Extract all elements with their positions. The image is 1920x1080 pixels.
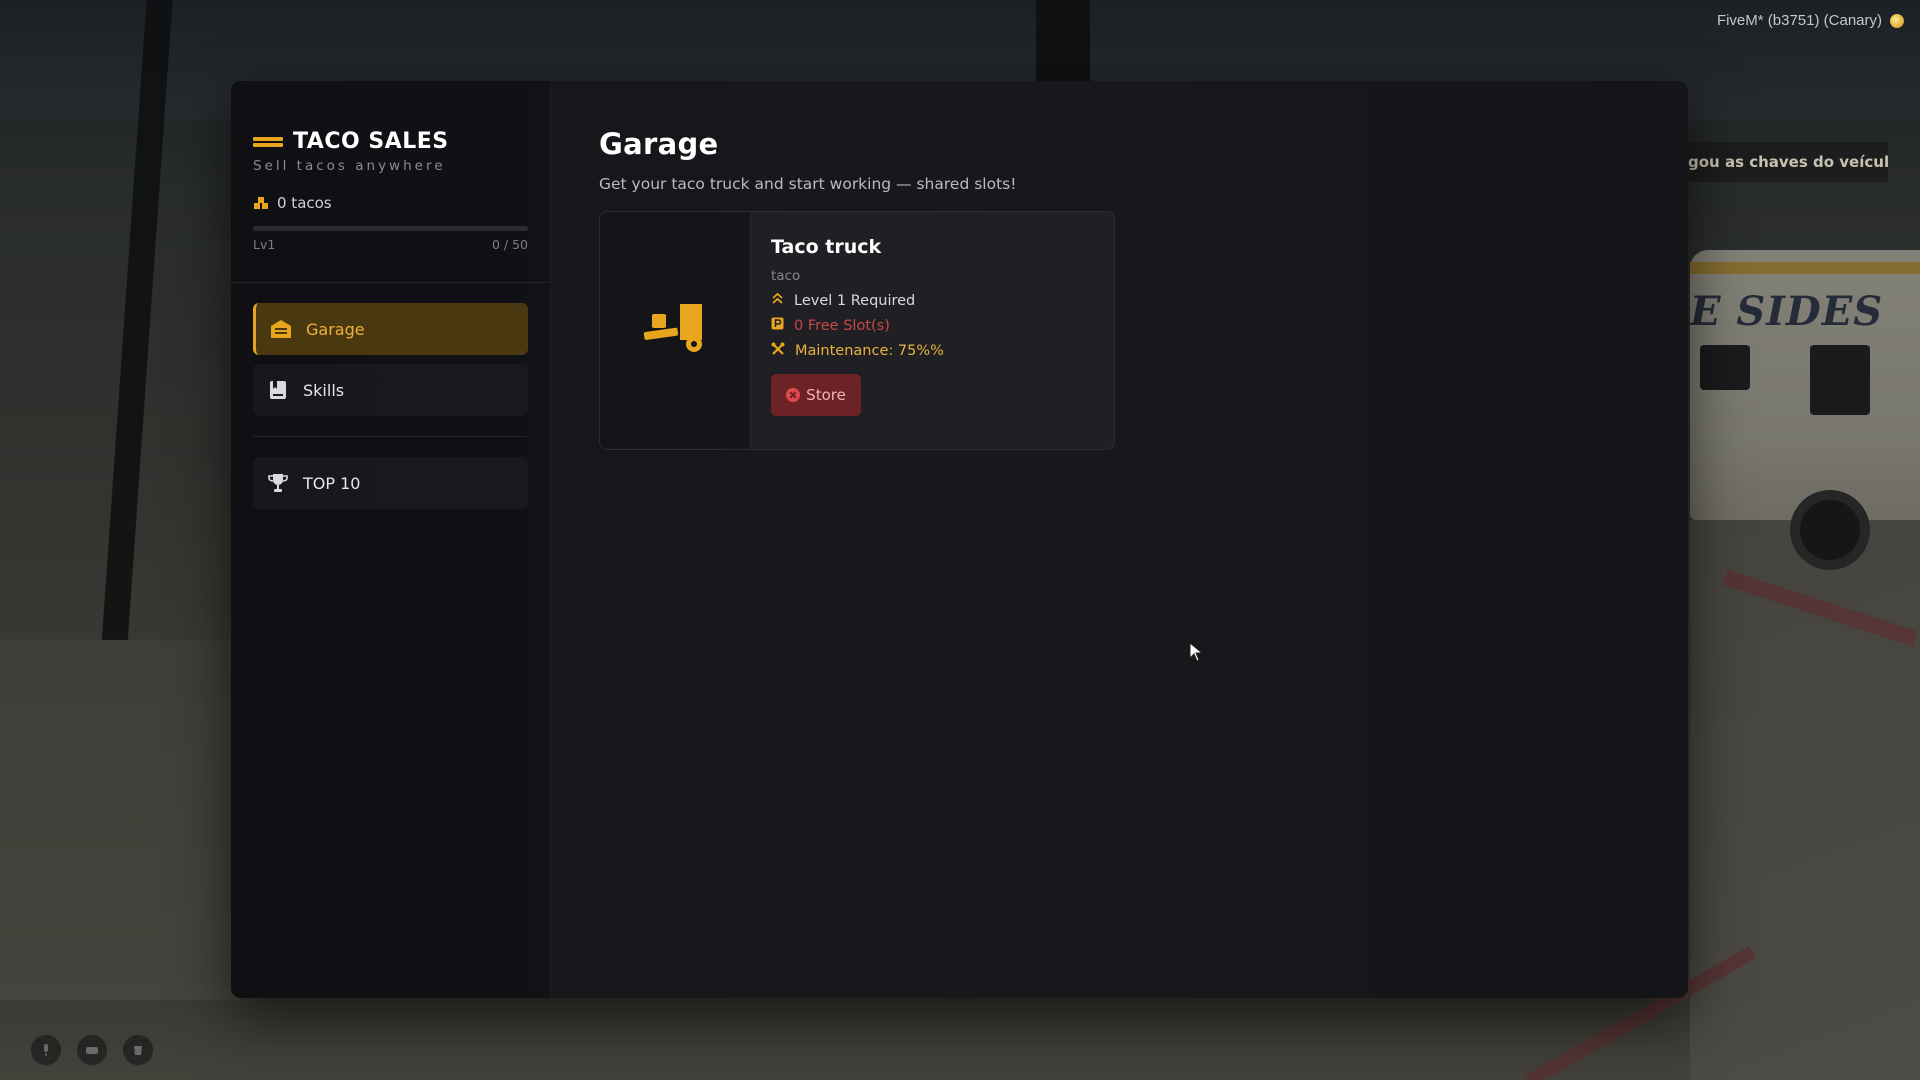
- parking-icon: [771, 317, 784, 334]
- store-button-label: Store: [806, 386, 846, 404]
- vehicle-details: Taco truck taco Level 1 Required 0 Free …: [751, 212, 1114, 449]
- maintenance: Maintenance: 75%%: [771, 342, 1094, 360]
- tacos-count: 0 tacos: [277, 194, 332, 212]
- tacos-counter: 0 tacos: [253, 194, 528, 212]
- fivem-logo-icon: [1890, 13, 1904, 28]
- microphone-icon: [30, 1034, 62, 1066]
- level-requirement-text: Level 1 Required: [794, 292, 916, 309]
- free-slots-text: 0 Free Slot(s): [794, 317, 890, 334]
- main-content: Garage Get your taco truck and start wor…: [551, 81, 1688, 998]
- vehicle-name: Taco truck: [771, 236, 882, 258]
- drink-icon: [122, 1034, 154, 1066]
- vehicle-card: Taco truck taco Level 1 Required 0 Free …: [599, 211, 1115, 450]
- wrench-icon: [771, 342, 785, 360]
- brand-subtitle: Sell tacos anywhere: [253, 158, 446, 174]
- boxes-icon: [253, 195, 269, 211]
- nav-item-label: Skills: [303, 380, 345, 400]
- level-row: Lv1 0 / 50: [253, 237, 528, 252]
- taco-logo-icon: [253, 136, 283, 148]
- garage-icon: [270, 318, 292, 340]
- sidebar: TACO SALES Sell tacos anywhere 0 tacos L…: [231, 81, 551, 998]
- level-requirement: Level 1 Required: [771, 292, 1094, 309]
- maintenance-text: Maintenance: 75%%: [795, 343, 944, 359]
- close-circle-icon: [786, 388, 801, 402]
- free-slots: 0 Free Slot(s): [771, 317, 1094, 334]
- vehicle-tag: taco: [771, 268, 801, 284]
- page-title: Garage: [599, 127, 719, 161]
- brand-title: TACO SALES: [293, 129, 449, 154]
- nav-item-skills[interactable]: Skills: [253, 364, 528, 416]
- notification-toast: gou as chaves do veículo!: [1688, 142, 1888, 182]
- store-button[interactable]: Store: [771, 374, 861, 416]
- brand: TACO SALES: [253, 129, 528, 154]
- fivem-label-text: FiveM* (b3751) (Canary): [1716, 12, 1882, 29]
- nav-item-label: TOP 10: [303, 473, 361, 493]
- taco-sales-panel: TACO SALES Sell tacos anywhere 0 tacos L…: [231, 81, 1688, 998]
- nav-item-label: Garage: [306, 319, 365, 339]
- xp-progress-bar: [253, 226, 528, 231]
- nav-item-top10[interactable]: TOP 10: [253, 457, 528, 509]
- hand-truck-icon: [640, 300, 710, 362]
- nav-item-garage[interactable]: Garage: [253, 303, 528, 355]
- page-subtitle: Get your taco truck and start working — …: [599, 175, 1017, 193]
- book-icon: [267, 379, 289, 401]
- hud-status: [30, 1034, 154, 1066]
- level-label: Lv1: [253, 237, 276, 252]
- trophy-icon: [267, 472, 289, 494]
- chevron-up-icon: [771, 292, 784, 309]
- fivem-build-label: FiveM* (b3751) (Canary): [1717, 12, 1904, 29]
- xp-label: 0 / 50: [491, 237, 528, 252]
- vehicle-image: [600, 212, 751, 449]
- food-icon: [76, 1034, 108, 1066]
